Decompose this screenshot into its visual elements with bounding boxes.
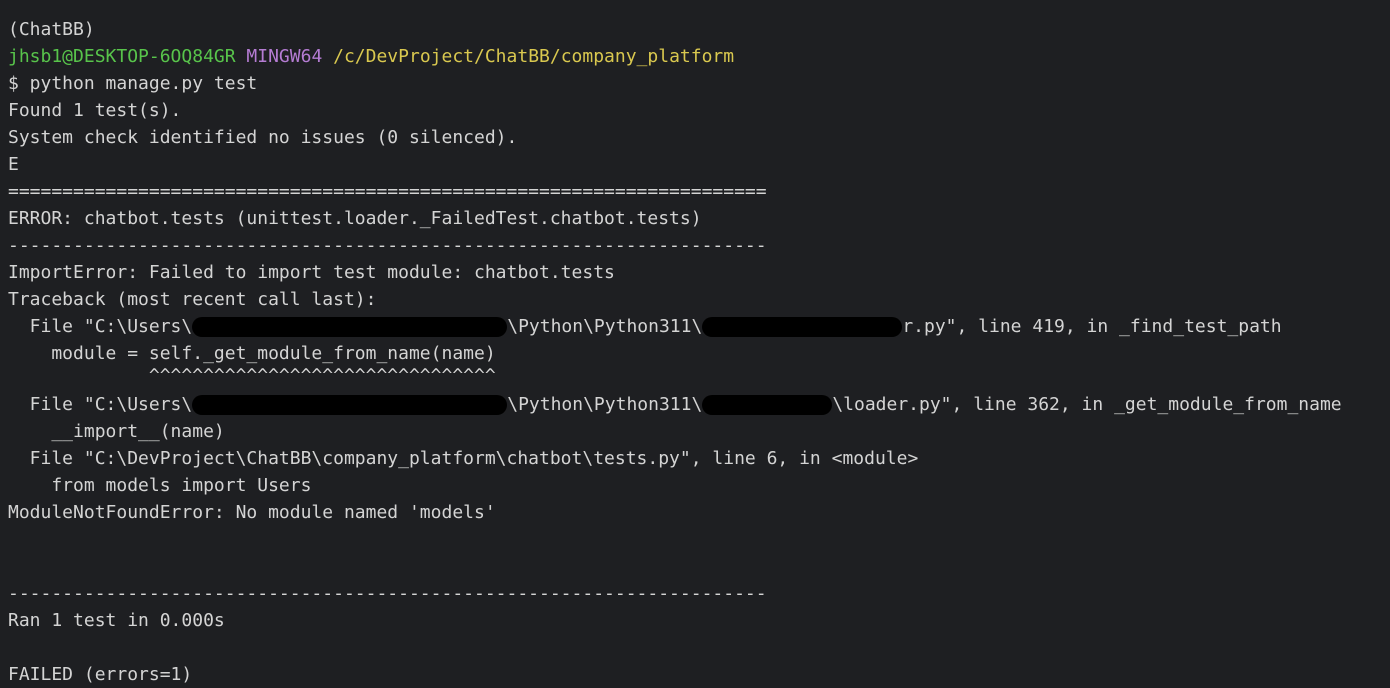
module-not-found-line: ModuleNotFoundError: No module named 'mo… [8, 502, 496, 523]
traceback-code-1: module = self._get_module_from_name(name… [8, 343, 496, 364]
traceback-header: Traceback (most recent call last): [8, 289, 377, 310]
ran-summary-line: Ran 1 test in 0.000s [8, 610, 225, 631]
shell-prompt: jhsb1@DESKTOP-6OQ84GR MINGW64 /c/DevProj… [8, 43, 1388, 70]
redaction-bar [192, 317, 508, 337]
redaction-bar [702, 317, 903, 337]
tb1-prefix: File "C:\Users\ [8, 316, 193, 337]
tb2-suffix: \loader.py", line 362, in _get_module_fr… [832, 394, 1342, 415]
traceback-code-2: __import__(name) [8, 421, 225, 442]
tb2-prefix: File "C:\Users\ [8, 394, 193, 415]
failed-summary-line: FAILED (errors=1) [8, 664, 193, 685]
prompt-shell: MINGW64 [246, 46, 323, 67]
error-marker: E [8, 154, 19, 175]
traceback-file-3: File "C:\DevProject\ChatBB\company_platf… [8, 448, 919, 469]
redaction-bar [192, 395, 508, 415]
error-header: ERROR: chatbot.tests (unittest.loader._F… [8, 208, 702, 229]
import-error-line: ImportError: Failed to import test modul… [8, 262, 615, 283]
separator-dashes-bottom: ----------------------------------------… [8, 583, 767, 604]
traceback-carets: ^^^^^^^^^^^^^^^^^^^^^^^^^^^^^^^^ [8, 365, 496, 386]
output-line-top [8, 0, 1388, 16]
system-check-line: System check identified no issues (0 sil… [8, 127, 518, 148]
tb2-mid: \Python\Python311\ [507, 394, 703, 415]
command-line: $ python manage.py test [8, 73, 258, 94]
traceback-file-2: File "C:\Users\ \Python\Python311\ \loader… [8, 391, 1388, 418]
tb1-mid: \Python\Python311\ [507, 316, 703, 337]
separator-dashes: ----------------------------------------… [8, 235, 767, 256]
traceback-file-1: File "C:\Users\ \Python\Python311\ r.py", … [8, 313, 1388, 340]
terminal-output[interactable]: (ChatBB) jhsb1@DESKTOP-6OQ84GR MINGW64 /… [8, 0, 1388, 688]
found-tests-line: Found 1 test(s). [8, 100, 182, 121]
traceback-code-3: from models import Users [8, 475, 312, 496]
prompt-user: jhsb1@DESKTOP-6OQ84GR [8, 46, 236, 67]
tb1-suffix: r.py", line 419, in _find_test_path [902, 316, 1282, 337]
env-line: (ChatBB) [8, 19, 95, 40]
redaction-bar [702, 395, 833, 415]
prompt-path: /c/DevProject/ChatBB/company_platform [333, 46, 735, 67]
separator-equals: ========================================… [8, 181, 767, 202]
